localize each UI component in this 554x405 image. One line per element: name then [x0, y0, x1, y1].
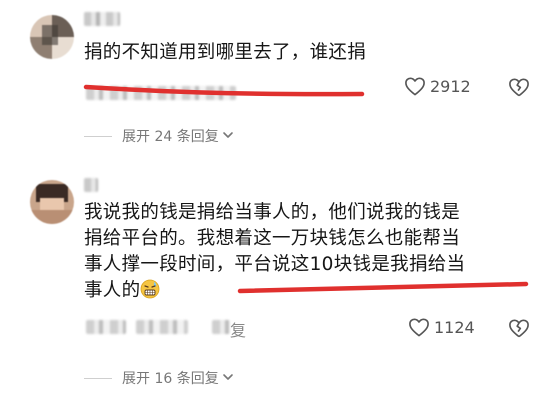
username-blurred[interactable]: [84, 12, 120, 26]
expand-replies-label: 展开 24 条回复: [122, 129, 219, 145]
comment-line: 事人撑一段时间，平台说这10块钱是我捐给当: [84, 254, 466, 275]
comment-meta-blurred: [136, 320, 188, 334]
like-count: 1124: [434, 317, 475, 337]
comment-line: 事人的: [84, 280, 141, 301]
comment-text: 我说我的钱是捐给当事人的，他们说我的钱是 捐给平台的。我想着这一万块钱怎么也能帮…: [84, 200, 534, 307]
heart-outline-icon: [408, 317, 430, 337]
expand-replies-button[interactable]: 展开 24 条回复: [84, 126, 234, 146]
expand-replies-button[interactable]: 展开 16 条回复: [84, 368, 234, 388]
chevron-down-icon: [222, 370, 234, 386]
comment-meta-blurred: [212, 320, 230, 334]
divider: [84, 135, 112, 137]
comment-line-last: 事人的: [84, 278, 534, 307]
comment-line: 我说我的钱是捐给当事人的，他们说我的钱是: [84, 202, 461, 223]
like-count: 2912: [430, 76, 471, 96]
broken-heart-icon[interactable]: [508, 318, 530, 338]
grimacing-sweat-emoji: [140, 279, 160, 307]
comment-line: 捐给平台的。我想着这一万块钱怎么也能帮当: [84, 228, 461, 249]
avatar[interactable]: [30, 180, 74, 224]
avatar[interactable]: [30, 15, 74, 59]
username-blurred[interactable]: [84, 178, 98, 192]
comment-meta-blurred: [86, 320, 126, 334]
reply-button[interactable]: 复: [230, 317, 246, 341]
expand-replies-label: 展开 16 条回复: [122, 371, 219, 387]
divider: [84, 377, 112, 379]
heart-outline-icon: [404, 76, 426, 96]
comment-item: 捐的不知道用到哪里去了，谁还捐 2912: [0, 0, 554, 120]
like-button[interactable]: 1124: [408, 317, 475, 337]
comment-item: 我说我的钱是捐给当事人的，他们说我的钱是 捐给平台的。我想着这一万块钱怎么也能帮…: [0, 170, 554, 370]
comment-meta-blurred: [86, 86, 236, 100]
comment-text: 捐的不知道用到哪里去了，谁还捐: [84, 42, 367, 63]
broken-heart-icon[interactable]: [508, 77, 530, 97]
like-button[interactable]: 2912: [404, 76, 471, 96]
chevron-down-icon: [222, 128, 234, 144]
